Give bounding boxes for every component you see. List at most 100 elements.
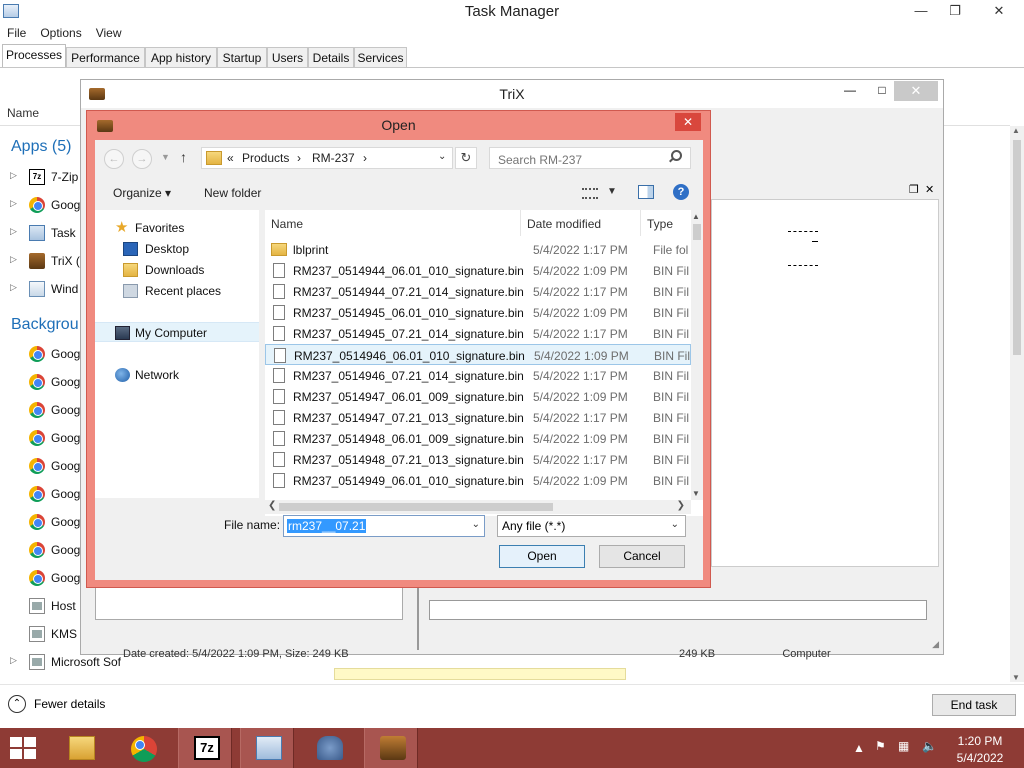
process-row[interactable]: Goog [0,483,90,505]
process-row[interactable]: ▷ Wind [0,278,90,300]
taskbar-task-manager[interactable] [240,728,294,768]
taskbar-chrome[interactable] [116,728,170,768]
search-icon[interactable] [671,150,682,161]
start-button-windows-icon[interactable] [10,737,36,759]
file-list-horizontal-scrollbar[interactable]: ❮ ❯ [265,500,691,514]
process-row[interactable]: ▷ 7z 7-Zip [0,166,90,188]
breadcrumb-separator[interactable]: › [363,151,367,165]
search-input[interactable] [489,147,691,169]
nav-network[interactable]: Network [95,365,259,385]
preview-pane-icon[interactable] [638,185,654,199]
process-row[interactable]: Goog [0,455,90,477]
chevron-down-icon[interactable]: ⌄ [438,151,446,162]
chevron-down-icon[interactable]: ⌄ [671,519,679,530]
breadcrumb-overflow[interactable]: « [227,151,234,165]
process-row[interactable]: Goog [0,511,90,533]
process-row[interactable]: Goog [0,567,90,589]
scroll-thumb[interactable] [279,503,553,511]
nav-desktop[interactable]: Desktop [95,239,259,259]
file-row[interactable]: RM237_0514944_06.01_010_signature.bin 5/4… [265,260,691,281]
menu-view[interactable]: View [89,24,129,42]
expand-chevron-icon[interactable]: ▷ [10,254,17,265]
open-button[interactable]: Open [499,545,585,568]
taskbar-tool[interactable] [302,728,356,768]
taskbar-trix[interactable] [364,728,418,768]
process-row[interactable]: Goog [0,343,90,365]
process-row[interactable]: ▷ Goog [0,194,90,216]
menu-options[interactable]: Options [33,24,88,42]
column-header-date[interactable]: Date modified [527,217,601,231]
nav-favorites[interactable]: ★ Favorites [95,218,259,238]
up-arrow-icon[interactable]: ↑ [180,149,187,165]
tab-details[interactable]: Details [308,47,354,68]
tab-services[interactable]: Services [354,47,407,68]
scroll-up-icon[interactable]: ▲ [692,212,700,221]
file-row[interactable]: RM237_0514944_07.21_014_signature.bin 5/4… [265,281,691,302]
minimize-button[interactable]: — [837,83,863,103]
process-list-scrollbar[interactable]: ▲ ▼ [1010,126,1024,682]
nav-recent-places[interactable]: Recent places [95,281,259,301]
scroll-right-icon[interactable]: ❯ [677,500,685,511]
file-row[interactable]: RM237_0514948_07.21_013_signature.bin 5/4… [265,449,691,470]
column-divider[interactable] [640,210,641,236]
network-status-icon[interactable]: ▦ [898,739,909,753]
process-row[interactable]: Host [0,595,90,617]
column-header-type[interactable]: Type [647,217,673,231]
tab-users[interactable]: Users [267,47,308,68]
address-breadcrumb[interactable]: « Products › RM-237 › ⌄ [201,147,453,169]
file-name-input[interactable]: rm237__07.21 ⌄ [283,515,485,537]
taskbar-file-explorer[interactable] [54,728,108,768]
volume-muted-icon[interactable]: 🔈 [922,739,937,753]
tab-app-history[interactable]: App history [145,47,217,68]
file-row[interactable]: RM237_0514949_06.01_010_signature.bin 5/4… [265,470,691,491]
column-header-name[interactable]: Name [7,106,39,120]
breadcrumb-rm237[interactable]: RM-237 [312,151,355,165]
close-button[interactable]: ✕ [675,113,701,131]
scroll-thumb[interactable] [693,224,701,240]
chevron-down-icon[interactable]: ⌄ [472,519,480,530]
expand-chevron-icon[interactable]: ▷ [10,170,17,181]
scroll-down-icon[interactable]: ▼ [1012,673,1020,682]
file-row[interactable]: RM237_0514946_06.01_010_signature.bin 5/4… [265,344,691,365]
expand-chevron-icon[interactable]: ▷ [10,282,17,293]
end-task-button[interactable]: End task [932,694,1016,716]
expand-chevron-icon[interactable]: ▷ [10,198,17,209]
process-row[interactable]: Goog [0,427,90,449]
tab-performance[interactable]: Performance [66,47,145,68]
fewer-details-link[interactable]: Fewer details [34,697,105,711]
breadcrumb-products[interactable]: Products [242,151,289,165]
trix-splitter[interactable] [417,580,419,650]
process-row[interactable]: KMS [0,623,90,645]
file-row[interactable]: RM237_0514945_06.01_010_signature.bin 5/4… [265,302,691,323]
folder-row[interactable]: lblprint 5/4/2022 1:17 PM File fol [265,239,691,260]
file-name-value[interactable]: rm237__07.21 [287,519,367,533]
nav-downloads[interactable]: Downloads [95,260,259,280]
process-row[interactable]: ▷ Task [0,222,90,244]
help-icon[interactable]: ? [673,184,689,200]
close-button[interactable]: ✕ [974,0,1024,22]
new-folder-button[interactable]: New folder [204,186,261,200]
show-hidden-icons-icon[interactable]: ▲ [853,741,865,755]
scroll-left-icon[interactable]: ❮ [268,500,276,511]
resize-grip-icon[interactable]: ◢ [932,639,939,650]
process-row[interactable]: Goog [0,371,90,393]
forward-arrow-icon[interactable]: → [132,149,152,169]
trix-input-field[interactable] [429,600,927,620]
taskbar-date[interactable]: 5/4/2022 [950,751,1010,765]
tab-processes[interactable]: Processes [2,44,66,68]
refresh-icon[interactable]: ↻ [455,147,477,169]
scroll-down-icon[interactable]: ▼ [692,489,700,498]
expand-chevron-icon[interactable]: ▷ [10,226,17,237]
view-options-icon[interactable] [582,188,598,199]
taskbar-7zip[interactable]: 7z [178,728,232,768]
process-row[interactable]: ▷ TriX ( [0,250,90,272]
restore-button[interactable]: ❐ [938,0,972,22]
scroll-thumb[interactable] [1013,140,1021,355]
taskbar-time[interactable]: 1:20 PM [950,734,1010,748]
file-row[interactable]: RM237_0514947_07.21_013_signature.bin 5/4… [265,407,691,428]
breadcrumb-separator[interactable]: › [297,151,301,165]
file-list-vertical-scrollbar[interactable]: ▲ ▼ [691,210,703,500]
file-row[interactable]: RM237_0514947_06.01_009_signature.bin 5/4… [265,386,691,407]
file-row[interactable]: RM237_0514948_06.01_009_signature.bin 5/4… [265,428,691,449]
cancel-button[interactable]: Cancel [599,545,685,568]
